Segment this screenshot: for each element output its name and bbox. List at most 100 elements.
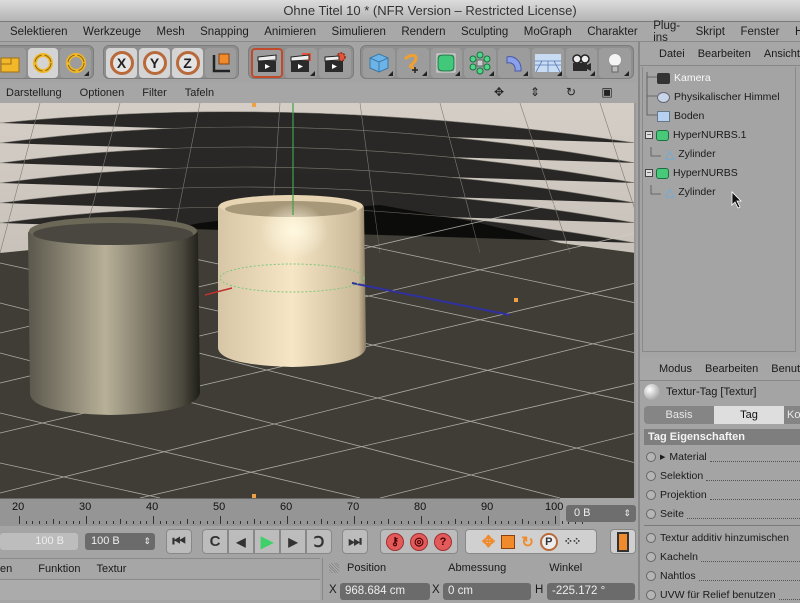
position-key-icon[interactable]: ✥ xyxy=(482,532,495,552)
zoom-view-icon[interactable]: ⇕ xyxy=(528,85,542,99)
x-axis-lock-button[interactable]: X xyxy=(106,48,137,78)
tree-item-kamera[interactable]: Kamera xyxy=(657,69,711,87)
go-to-end-button[interactable]: ⏭ xyxy=(342,529,368,554)
go-to-previous-key-button[interactable]: C xyxy=(202,529,228,554)
material-list-area[interactable] xyxy=(0,579,320,600)
animate-radio-icon[interactable] xyxy=(646,533,656,543)
timeline-ruler[interactable]: 20 30 40 50 60 70 80 90 100 xyxy=(0,498,583,526)
record-keys-icon[interactable]: ⚷ xyxy=(386,532,404,551)
menu-simulieren[interactable]: Simulieren xyxy=(332,26,386,38)
panel-grip-icon[interactable] xyxy=(329,563,339,573)
menu-werkzeuge[interactable]: Werkzeuge xyxy=(83,26,141,38)
z-axis-lock-button[interactable]: Z xyxy=(172,48,203,78)
expand-arrow-icon[interactable]: ▶ xyxy=(660,453,665,461)
animate-radio-icon[interactable] xyxy=(646,471,656,481)
3d-viewport[interactable] xyxy=(0,103,636,498)
menu-animieren[interactable]: Animieren xyxy=(264,26,316,38)
step-forward-button[interactable]: ▶ xyxy=(280,529,306,554)
om-menu-ansicht[interactable]: Ansicht xyxy=(764,48,800,60)
cylinder-hypernurbs-1[interactable] xyxy=(28,217,200,415)
collapse-icon[interactable]: − xyxy=(645,131,653,139)
size-x-field[interactable]: 0 cm xyxy=(443,583,531,600)
menu-mograph[interactable]: MoGraph xyxy=(524,26,572,38)
step-back-button[interactable]: ◀ xyxy=(228,529,254,554)
stepper-icon[interactable]: ⇕ xyxy=(623,505,631,522)
auto-keying-icon[interactable]: ◎ xyxy=(410,532,428,551)
am-menu-modus[interactable]: Modus xyxy=(659,363,692,375)
am-menu-benutzer[interactable]: Benutzer xyxy=(771,363,800,375)
menu-charakter[interactable]: Charakter xyxy=(587,26,638,38)
light-button[interactable] xyxy=(599,48,631,78)
tree-item-hypernurbs-1[interactable]: − HyperNURBS.1 xyxy=(645,126,747,144)
camera-button[interactable] xyxy=(565,48,598,78)
attr-nahtlos[interactable]: Nahtlos xyxy=(646,568,800,584)
spline-button[interactable] xyxy=(396,48,429,78)
floor-scene-button[interactable] xyxy=(531,48,564,78)
maximize-view-icon[interactable]: ▣ xyxy=(600,85,614,99)
om-menu-bearbeiten[interactable]: Bearbeiten xyxy=(698,48,751,60)
animate-radio-icon[interactable] xyxy=(646,571,656,581)
boundary-handle-right[interactable] xyxy=(514,298,518,302)
animate-radio-icon[interactable] xyxy=(646,552,656,562)
animate-radio-icon[interactable] xyxy=(646,590,656,600)
rotate-tool-button[interactable] xyxy=(27,48,59,78)
animate-radio-icon[interactable] xyxy=(646,490,656,500)
attr-selektion[interactable]: Selektion xyxy=(646,468,800,484)
cloner-button[interactable] xyxy=(464,48,496,78)
attr-seite[interactable]: Seite xyxy=(646,506,800,522)
attr-kacheln[interactable]: Kacheln xyxy=(646,549,800,565)
menu-mesh[interactable]: Mesh xyxy=(157,26,185,38)
menu-rendern[interactable]: Rendern xyxy=(401,26,445,38)
tab-basis[interactable]: Basis xyxy=(644,406,714,424)
material-menu-funktion[interactable]: Funktion xyxy=(38,563,80,575)
timeline-window-button[interactable] xyxy=(610,529,636,554)
rotation-h-field[interactable]: -225.172 ° xyxy=(547,583,635,600)
tree-item-zylinder-2[interactable]: △ Zylinder xyxy=(665,183,716,201)
tree-item-physikalischer-himmel[interactable]: Physikalischer Himmel xyxy=(657,88,780,106)
menu-sculpting[interactable]: Sculpting xyxy=(461,26,508,38)
scale-key-icon[interactable] xyxy=(501,534,516,549)
rotate-view-icon[interactable]: ↻ xyxy=(564,85,578,99)
cube-button[interactable] xyxy=(363,48,395,78)
viewport-menu-darstellung[interactable]: Darstellung xyxy=(6,87,62,99)
deformer-button[interactable] xyxy=(498,48,530,78)
parameter-key-icon[interactable]: P xyxy=(539,532,558,551)
menu-plugins[interactable]: Plug-ins xyxy=(653,20,680,44)
point-level-key-icon[interactable]: ⁘⁘ xyxy=(564,535,581,548)
menu-skript[interactable]: Skript xyxy=(696,26,725,38)
min-frame-field[interactable]: 100 B xyxy=(0,533,78,550)
render-settings-button[interactable] xyxy=(319,48,351,78)
collapse-icon[interactable]: − xyxy=(645,169,653,177)
play-button[interactable]: ▶ xyxy=(254,529,280,554)
attr-textur-additiv[interactable]: Textur additiv hinzumischen xyxy=(646,530,800,546)
position-x-field[interactable]: 968.684 cm xyxy=(340,583,430,600)
menu-selektieren[interactable]: Selektieren xyxy=(10,26,68,38)
tab-koordinaten[interactable]: Ko xyxy=(784,406,800,424)
am-menu-bearbeiten[interactable]: Bearbeiten xyxy=(705,363,758,375)
render-view-button[interactable] xyxy=(251,48,283,78)
menu-hilfe[interactable]: Hilfe xyxy=(795,26,800,38)
tree-item-boden[interactable]: Boden xyxy=(657,107,704,125)
attr-material[interactable]: ▶ Material xyxy=(646,449,800,465)
rotation-key-icon[interactable]: ↻ xyxy=(521,533,534,551)
animate-radio-icon[interactable] xyxy=(646,509,656,519)
coordinate-system-button[interactable] xyxy=(205,48,236,78)
stepper-icon[interactable]: ⇕ xyxy=(143,533,151,550)
rotate-alt-tool-button[interactable] xyxy=(60,48,92,78)
viewport-menu-filter[interactable]: Filter xyxy=(142,87,166,99)
move-view-icon[interactable]: ✥ xyxy=(492,85,506,99)
viewport-menu-optionen[interactable]: Optionen xyxy=(80,87,125,99)
tree-item-hypernurbs[interactable]: − HyperNURBS xyxy=(645,164,738,182)
cylinder-hypernurbs-selected[interactable] xyxy=(218,195,366,367)
keyframe-selection-icon[interactable]: ? xyxy=(434,532,452,551)
y-axis-lock-button[interactable]: Y xyxy=(139,48,170,78)
tab-tag[interactable]: Tag xyxy=(714,406,784,424)
material-menu-bearbeiten[interactable]: en xyxy=(0,563,12,575)
tree-item-zylinder-1[interactable]: △ Zylinder xyxy=(665,145,716,163)
subdivision-surface-button[interactable] xyxy=(430,48,463,78)
render-picture-viewer-button[interactable] xyxy=(285,48,317,78)
boundary-handle-top[interactable] xyxy=(252,103,256,107)
max-frame-field[interactable]: 100 B ⇕ xyxy=(85,533,155,550)
menu-snapping[interactable]: Snapping xyxy=(200,26,249,38)
viewport-menu-tafeln[interactable]: Tafeln xyxy=(185,87,214,99)
